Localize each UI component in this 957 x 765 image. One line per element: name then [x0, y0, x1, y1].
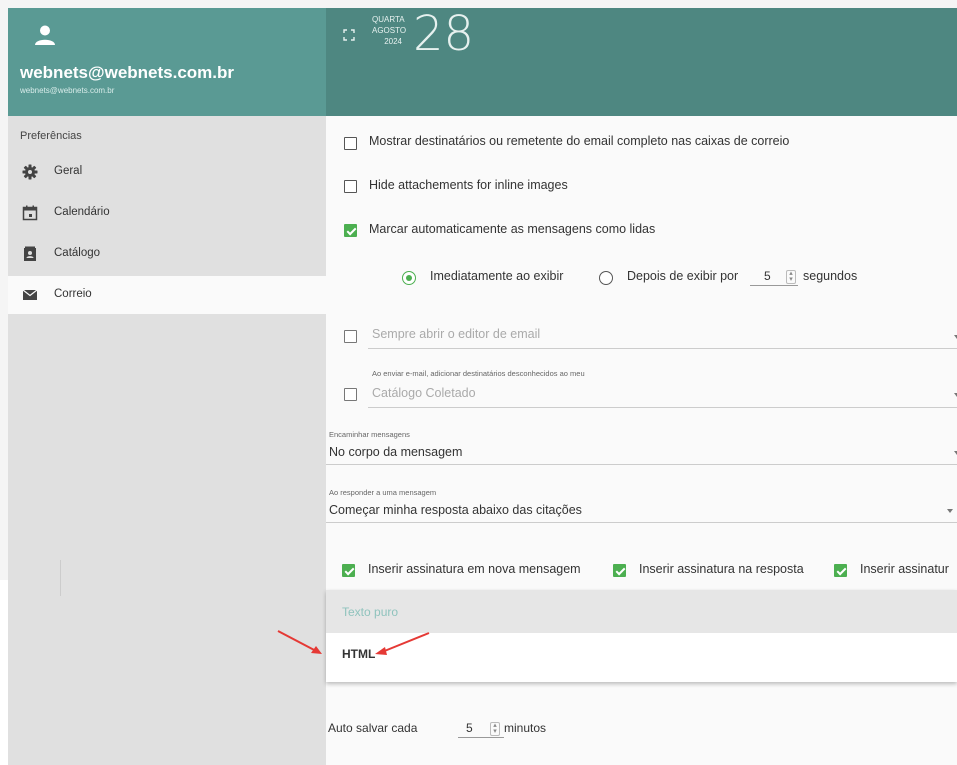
date-year: 2024 [384, 37, 402, 46]
reply-caption: Ao responder a uma mensagem [329, 488, 437, 497]
always-open-editor-select[interactable]: Sempre abrir o editor de email [372, 327, 540, 341]
radio-immediately-label: Imediatamente ao exibir [430, 269, 564, 283]
fullscreen-icon[interactable] [342, 28, 356, 42]
autosave-spinner[interactable]: ▴ ▾ [490, 722, 500, 736]
screenshot-margin [0, 580, 8, 765]
always-open-editor-checkbox[interactable] [344, 330, 357, 343]
delay-seconds-value: 5 [764, 269, 771, 283]
sidebar-item-catalog[interactable]: Catálogo [8, 235, 326, 273]
sidebar-item-label: Correio [54, 288, 92, 300]
mail-preferences-panel: Mostrar destinatários ou remetente do em… [326, 116, 957, 765]
sig-new-checkbox[interactable] [342, 564, 355, 577]
date-weekday: QUARTA [372, 15, 405, 24]
underline [368, 348, 957, 349]
sig-reply-checkbox[interactable] [613, 564, 626, 577]
hide-attachments-checkbox[interactable] [344, 180, 357, 193]
forward-select[interactable]: No corpo da mensagem [329, 445, 462, 459]
sidebar-item-label: Catálogo [54, 247, 101, 259]
autosave-value: 5 [466, 721, 473, 735]
user-email: webnets@webnets.com.br [20, 86, 115, 95]
date-day: 28 [413, 6, 475, 62]
show-recipients-label: Mostrar destinatários ou remetente do em… [369, 134, 790, 148]
sig-new-label: Inserir assinatura em nova mensagem [368, 562, 581, 576]
autosave-label: Auto salvar cada [328, 721, 418, 735]
mail-icon [22, 287, 38, 303]
underline [368, 407, 957, 408]
user-header: webnets@webnets.com.br webnets@webnets.c… [8, 8, 326, 116]
sidebar-item-label: Calendário [54, 206, 110, 218]
option-label: Texto puro [342, 605, 399, 619]
add-recipients-caption: Ao enviar e-mail, adicionar destinatário… [372, 369, 585, 378]
option-plain-text[interactable]: Texto puro [326, 590, 957, 633]
delay-seconds-spinner[interactable]: ▴ ▾ [786, 270, 796, 284]
add-recipients-checkbox[interactable] [344, 388, 357, 401]
sidebar-item-calendar[interactable]: Calendário [8, 194, 326, 232]
divider [60, 560, 61, 596]
annotation-arrow-left [276, 628, 326, 658]
radio-after-delay[interactable] [599, 271, 613, 285]
user-icon [34, 24, 56, 46]
contact-book-icon [22, 246, 38, 262]
show-recipients-checkbox[interactable] [344, 137, 357, 150]
hide-attachments-label: Hide attachements for inline images [369, 178, 568, 192]
sig-reply-label: Inserir assinatura na resposta [639, 562, 804, 576]
reply-select[interactable]: Começar minha resposta abaixo das citaçõ… [329, 503, 582, 517]
forward-caption: Encaminhar mensagens [329, 430, 410, 439]
sig-forward-label: Inserir assinatur [860, 562, 949, 576]
user-name: webnets@webnets.com.br [20, 63, 235, 82]
add-recipients-select[interactable]: Catálogo Coletado [372, 386, 476, 400]
calendar-icon [22, 205, 38, 221]
gear-icon [22, 164, 38, 180]
underline [326, 464, 957, 465]
option-label: HTML [342, 647, 376, 661]
preferences-label: Preferências [20, 130, 82, 142]
sidebar-item-general[interactable]: Geral [8, 153, 326, 191]
underline [326, 522, 957, 523]
mark-read-checkbox[interactable] [344, 224, 357, 237]
seconds-label: segundos [803, 269, 858, 283]
autosave-unit: minutos [504, 721, 547, 735]
top-bar: QUARTA AGOSTO 2024 28 [326, 6, 957, 116]
sidebar-item-label: Geral [54, 165, 83, 177]
sig-forward-checkbox[interactable] [834, 564, 847, 577]
annotation-arrow-right [372, 628, 432, 658]
radio-after-delay-label: Depois de exibir por [627, 269, 739, 283]
date-month: AGOSTO [372, 26, 407, 35]
chevron-down-icon[interactable] [947, 509, 953, 513]
sidebar-item-mail[interactable]: Correio [8, 276, 326, 314]
radio-immediately[interactable] [402, 271, 416, 285]
mark-read-label: Marcar automaticamente as mensagens como… [369, 222, 656, 236]
